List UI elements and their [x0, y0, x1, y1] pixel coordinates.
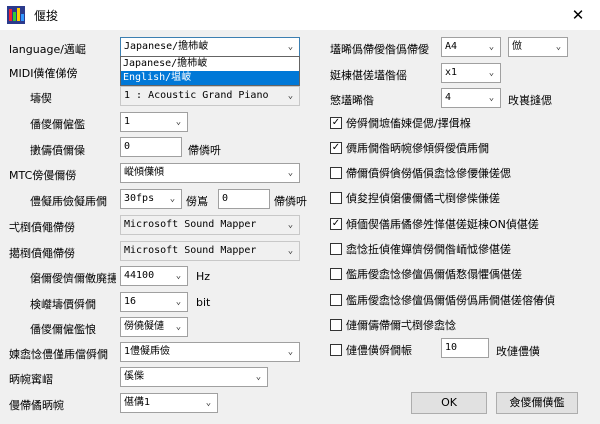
- playback-pos-label: 媡嵞惗僼僅乕儅僢僩: [9, 348, 108, 361]
- chevron-down-icon: ⌄: [488, 93, 495, 103]
- frame-offset-label: 僗嶌: [186, 195, 208, 208]
- channel-label: 僠儍儞僱儖: [30, 118, 85, 131]
- bits-label: 検巕壔價僢僩: [30, 298, 96, 311]
- midi-label: MIDI僙傕俤傍: [9, 67, 78, 80]
- sampling-unit: Hz: [196, 270, 211, 283]
- language-option[interactable]: Japanese/擔杮岥: [121, 57, 299, 71]
- playback-pos-select[interactable]: 1僼儗乕儉 ⌄: [120, 342, 300, 362]
- tone-label: 壔偰: [30, 92, 52, 105]
- chevron-down-icon: ⌄: [175, 117, 182, 127]
- offset-input[interactable]: 10: [441, 338, 489, 358]
- beats-unit: 攺嵔摓偲: [508, 94, 552, 107]
- chevron-down-icon: ⌄: [287, 220, 294, 230]
- checkbox-icon[interactable]: [330, 192, 342, 204]
- option-checkbox[interactable]: ✓ 傍僢僩墌傗娕偍偲/擇偮椺: [330, 115, 471, 131]
- beat-res-select[interactable]: x1 ⌄: [441, 63, 501, 83]
- language-option-selected[interactable]: English/塭岥: [121, 71, 299, 85]
- checkbox-icon[interactable]: ✓: [330, 218, 342, 230]
- input-device-label: 擖椡僨僶僀僗: [9, 247, 75, 260]
- mtc-label: MTC傍僈儞僗: [9, 169, 77, 182]
- guide-label: 僈僀僪昞帵: [9, 399, 64, 412]
- channels-select[interactable]: 僗僥儗僆 ⌄: [120, 317, 188, 337]
- chevron-down-icon: ⌄: [488, 68, 495, 78]
- ok-button[interactable]: OK: [411, 392, 487, 414]
- display-select[interactable]: 傒偨 ⌄: [120, 367, 268, 387]
- beat-res-label: 娗棟偡傞壒偺傜: [330, 69, 407, 82]
- beats-label: 慜壒晞偺: [330, 94, 374, 107]
- option-checkbox[interactable]: 嵞惗拞偵傕嬋儕僗僩偺峏怴傪偡傞: [330, 241, 511, 257]
- checkbox-icon[interactable]: [330, 167, 342, 179]
- checkbox-icon[interactable]: [330, 319, 342, 331]
- sampling-select[interactable]: 44100 ⌄: [120, 266, 188, 286]
- guide-select[interactable]: 偡傋1 ⌄: [120, 393, 218, 413]
- input-device-select[interactable]: Microsoft Sound Mapper ⌄: [120, 241, 300, 261]
- sampling-label: 僒儞僾儕儞僌廃攇悢: [30, 272, 116, 285]
- velocity-unit: 僀僯呏: [188, 144, 221, 157]
- option-checkbox[interactable]: 偵夋揑偵僒僂儞僪弌椡傪偨傔傞: [330, 190, 500, 206]
- option-checkbox[interactable]: ✓ 傾偭偰僐乕僪傪夝愅偡傞娗棟ON偵偡傞: [330, 216, 539, 232]
- language-label: language/邁崛: [9, 43, 86, 56]
- chevron-down-icon: ⌄: [175, 322, 182, 332]
- frame-rate-label: 僼儗乕儉儗乕僩: [30, 195, 107, 208]
- app-icon: [7, 6, 25, 24]
- chevron-down-icon: ⌄: [169, 194, 176, 204]
- checkbox-icon[interactable]: ✓: [330, 117, 342, 129]
- option-checkbox[interactable]: 儖乕僾嵞惗傪儃僞儞偱僗僞乕僩偡傞傛偆偵: [330, 292, 592, 308]
- option-checkbox[interactable]: 儖乕僾嵞惗傪儃僞儞偱愗傝懼偊偡傞: [330, 266, 522, 282]
- mtc-select[interactable]: 嵷傾僷傾 ⌄: [120, 163, 300, 183]
- bits-select[interactable]: 16 ⌄: [120, 292, 188, 312]
- velocity-label: 擻儔僨儞僺: [30, 144, 85, 157]
- channels-label: 僠儍儞僱儖悢: [30, 323, 96, 336]
- key-sig-mode-select[interactable]: 倣 ⌄: [508, 37, 568, 57]
- checkbox-icon[interactable]: [330, 268, 342, 280]
- chevron-down-icon: ⌄: [287, 347, 294, 357]
- language-dropdown-list[interactable]: Japanese/擔杮岥 English/塭岥: [120, 56, 300, 86]
- title-bar: 偃捘 ✕: [0, 0, 600, 30]
- velocity-input[interactable]: 0: [120, 137, 182, 157]
- chevron-down-icon: ⌄: [175, 297, 182, 307]
- chevron-down-icon: ⌄: [555, 42, 562, 52]
- channel-select[interactable]: 1 ⌄: [120, 112, 188, 132]
- checkbox-icon[interactable]: [330, 243, 342, 255]
- option-checkbox[interactable]: 僆儞儔僀儞弌椡傪嵞惗: [330, 317, 456, 333]
- chevron-down-icon: ⌄: [488, 42, 495, 52]
- tone-select[interactable]: 1 : Acoustic Grand Piano ⌄: [120, 86, 300, 106]
- chevron-down-icon: ⌄: [287, 168, 294, 178]
- checkbox-icon[interactable]: [330, 294, 342, 306]
- chevron-down-icon: ⌄: [175, 271, 182, 281]
- frame-offset-unit: 僀僯呏: [274, 195, 307, 208]
- option-checkbox[interactable]: ✓ 僲乕僩偺昞帵傪傾僢僾僨乕僩: [330, 140, 489, 156]
- language-select[interactable]: Japanese/擔杮岥 ⌄: [120, 37, 300, 57]
- checkbox-icon[interactable]: ✓: [330, 142, 342, 154]
- checkbox-icon[interactable]: [330, 344, 342, 356]
- chevron-down-icon: ⌄: [287, 42, 294, 52]
- key-sig-label: 壒晞僞僀僾偺僞僀僾: [330, 43, 429, 56]
- beats-select[interactable]: 4 ⌄: [441, 88, 501, 108]
- offset-unit: 攺僆僼僙: [496, 345, 540, 358]
- cancel-button[interactable]: 僉儍儞僙儖: [496, 392, 578, 414]
- option-checkbox[interactable]: 僀儞僨僢僋僗偱傊嵞惗傪偠傔傞偲: [330, 165, 511, 181]
- chevron-down-icon: ⌄: [287, 246, 294, 256]
- close-icon[interactable]: ✕: [564, 3, 592, 27]
- chevron-down-icon: ⌄: [287, 91, 294, 101]
- key-sig-select[interactable]: A4 ⌄: [441, 37, 501, 57]
- output-device-select[interactable]: Microsoft Sound Mapper ⌄: [120, 215, 300, 235]
- output-device-label: 弌椡僨僶僀僗: [9, 221, 75, 234]
- chevron-down-icon: ⌄: [205, 398, 212, 408]
- chevron-down-icon: ⌄: [255, 372, 262, 382]
- window-title: 偃捘: [34, 9, 59, 23]
- frame-offset-input[interactable]: 0: [218, 189, 270, 209]
- display-label: 昞帵寗嶍: [9, 373, 53, 386]
- frame-rate-select[interactable]: 30fps ⌄: [120, 189, 182, 209]
- option-checkbox[interactable]: 僆僼僙僢僩帪: [330, 342, 412, 358]
- bits-unit: bit: [196, 296, 211, 309]
